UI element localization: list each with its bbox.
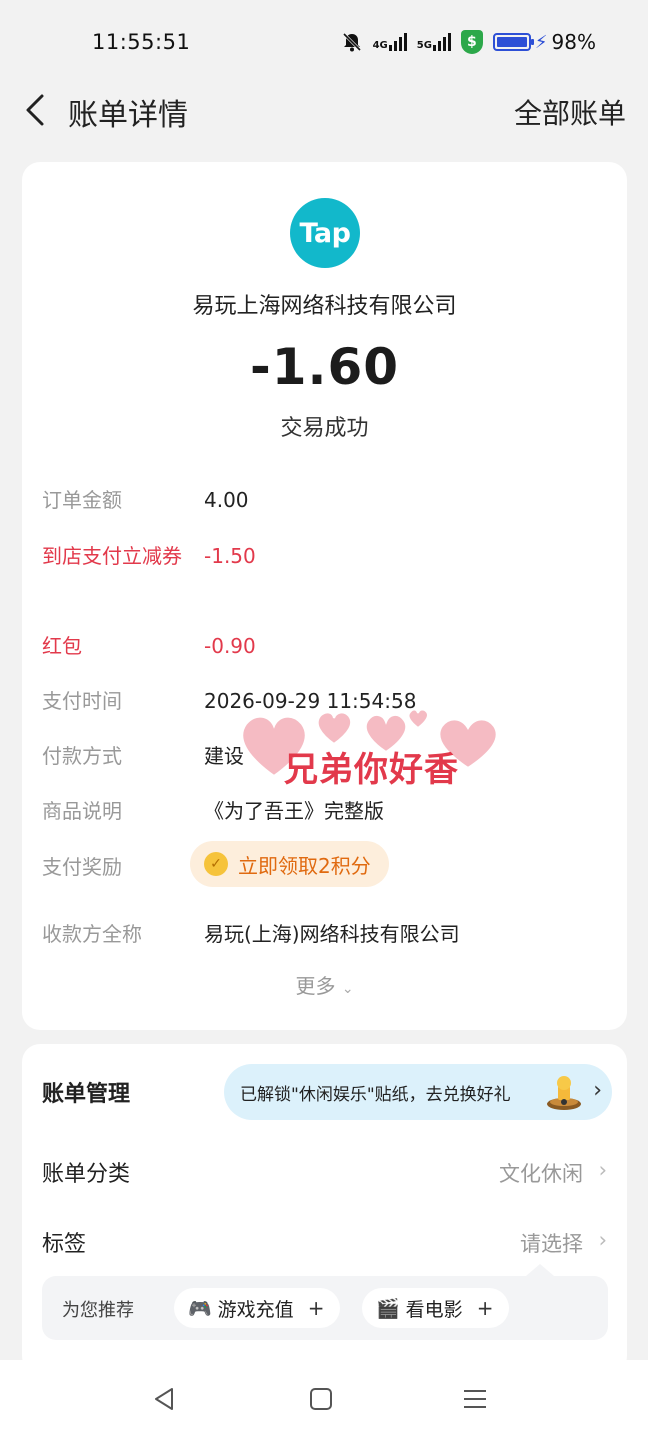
sticker-reward-banner[interactable]: 已解锁"休闲娱乐"贴纸，去兑换好礼 › (224, 1064, 612, 1120)
claim-points-button[interactable]: ✓ 立即领取2积分 (190, 841, 389, 887)
all-bills-link[interactable]: 全部账单 (514, 92, 626, 132)
plus-icon: + (476, 1296, 494, 1320)
plus-icon: + (307, 1296, 325, 1320)
tag-value: 请选择 (520, 1232, 583, 1256)
detail-label: 商品说明 (42, 799, 122, 823)
back-arrow-icon[interactable] (22, 92, 52, 128)
banner-text: 已解锁"休闲娱乐"贴纸，去兑换好礼 (240, 1084, 511, 1105)
chip-label: 看电影 (405, 1298, 463, 1321)
chevron-right-icon: › (598, 1158, 607, 1182)
status-time: 11:55:51 (92, 30, 191, 54)
home-square-icon[interactable] (306, 1384, 336, 1414)
chip-watch-movie[interactable]: 🎬 看电影 + (362, 1288, 510, 1328)
bill-management-card: 账单管理 已解锁"休闲娱乐"贴纸，去兑换好礼 › 账单分类 文化休闲 › 标签 … (22, 1044, 627, 1374)
tag-row[interactable]: 标签 请选择 › (42, 1222, 607, 1262)
detail-value: -1.50 (204, 544, 256, 568)
transaction-status: 交易成功 (280, 416, 369, 441)
battery-percent: 98% (551, 30, 596, 54)
detail-value: 建设 (204, 744, 244, 768)
network-4g-label: 4G (372, 40, 388, 51)
tag-label: 标签 (42, 1232, 87, 1257)
signal-4g-icon: 4G (373, 33, 407, 51)
chevron-right-icon: › (593, 1078, 602, 1103)
gamepad-icon: 🎮 (188, 1297, 212, 1320)
mute-bell-icon (342, 32, 361, 52)
detail-value: 《为了吾王》完整版 (204, 799, 384, 823)
more-label: 更多 (295, 974, 336, 998)
category-value: 文化休闲 (499, 1162, 583, 1186)
detail-label: 订单金额 (42, 488, 122, 512)
status-icons: 4G 5G $ ⚡ 98% (341, 28, 596, 56)
chip-label: 游戏充值 (217, 1298, 294, 1321)
management-title: 账单管理 (42, 1082, 131, 1107)
recommend-label: 为您推荐 (62, 1300, 134, 1321)
claim-points-label: 立即领取2积分 (238, 853, 371, 878)
detail-label: 到店支付立减券 (42, 544, 182, 568)
page-title: 账单详情 (68, 98, 188, 133)
chip-game-recharge[interactable]: 🎮 游戏充值 + (174, 1288, 341, 1328)
more-details-toggle[interactable]: 更多 ⌄ (22, 970, 627, 999)
merchant-logo: Tap (290, 198, 360, 268)
security-shield-icon: $ (460, 30, 483, 54)
detail-value: 4.00 (204, 488, 249, 512)
merchant-name: 易玩上海网络科技有限公司 (192, 294, 457, 319)
bill-category-row[interactable]: 账单分类 文化休闲 › (42, 1152, 607, 1192)
menu-lines-icon[interactable] (460, 1384, 490, 1414)
detail-label: 支付奖励 (42, 855, 122, 879)
detail-value: 易玩(上海)网络科技有限公司 (204, 922, 460, 946)
detail-label: 红包 (42, 634, 82, 658)
battery-icon (492, 33, 534, 51)
system-nav-bar (0, 1360, 648, 1440)
bill-detail-card: Tap 易玩上海网络科技有限公司 -1.60 交易成功 订单金额 4.00 到店… (22, 162, 627, 1030)
chevron-down-icon: ⌄ (341, 981, 354, 997)
trophy-gift-icon (547, 1076, 581, 1110)
category-label: 账单分类 (42, 1162, 131, 1187)
transaction-amount: -1.60 (249, 338, 400, 396)
detail-value: -0.90 (204, 634, 256, 658)
back-triangle-icon[interactable] (150, 1384, 180, 1414)
detail-label: 付款方式 (42, 744, 122, 768)
points-coin-icon: ✓ (204, 852, 228, 876)
detail-value: 2026-09-29 11:54:58 (204, 689, 417, 713)
tag-recommendations: 为您推荐 🎮 游戏充值 + 🎬 看电影 + (42, 1264, 608, 1340)
clapperboard-icon: 🎬 (376, 1297, 400, 1320)
signal-5g-icon: 5G (417, 33, 451, 51)
nav-bar: 账单详情 全部账单 (0, 84, 648, 136)
chevron-right-icon: › (598, 1228, 607, 1252)
detail-label: 收款方全称 (42, 922, 142, 946)
network-5g-label: 5G (416, 40, 432, 51)
detail-label: 支付时间 (42, 689, 122, 713)
charging-bolt-icon: ⚡ (534, 31, 548, 53)
status-bar: 11:55:51 4G 5G $ ⚡ 98% (0, 0, 648, 84)
